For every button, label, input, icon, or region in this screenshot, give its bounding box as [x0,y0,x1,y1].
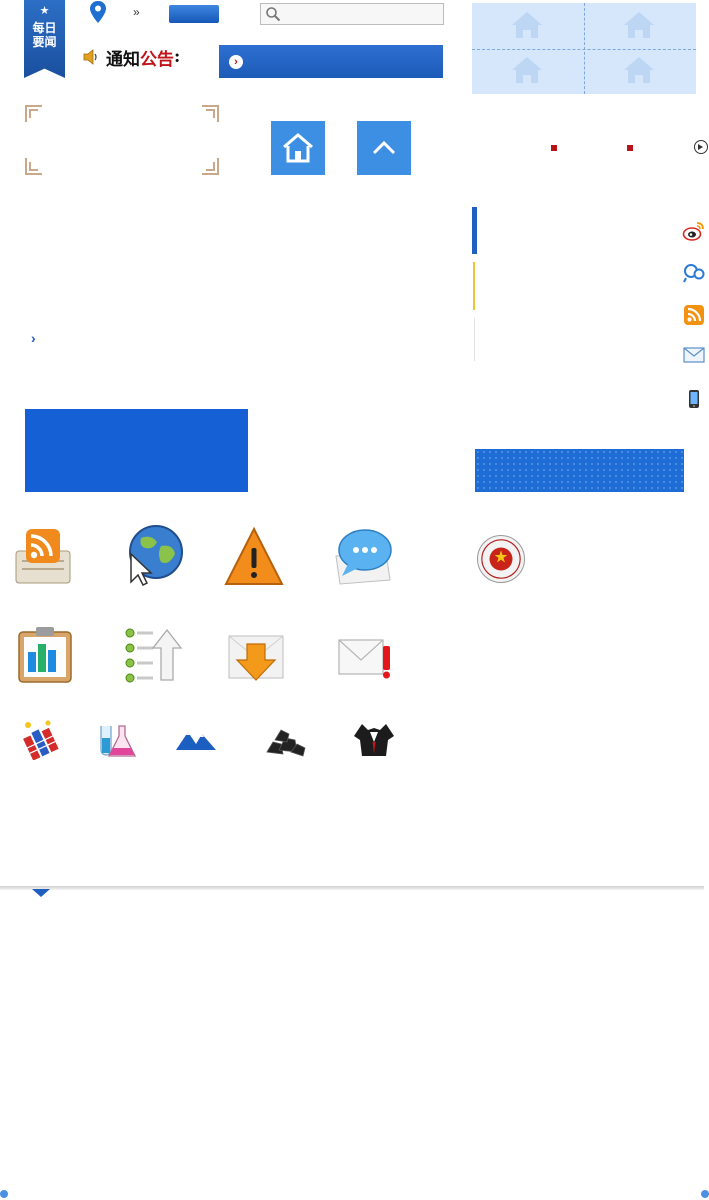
home-tile-button[interactable] [271,121,325,175]
breadcrumb-separator: » [133,5,140,19]
speaker-icon [83,49,97,65]
notice-label-part1: 通知 [106,49,140,70]
play-pause-icon[interactable] [694,140,708,154]
section-divider [0,886,704,890]
star-icon: ★ [39,5,50,17]
weibo-icon[interactable] [682,219,706,243]
dotted-blue-banner[interactable] [475,449,684,492]
quick-links-grid [472,3,696,94]
house-icon[interactable] [510,55,544,85]
tab-indicator-gray [474,318,475,361]
clipboard-chart-icon[interactable] [14,622,76,684]
download-tray-icon[interactable] [225,626,287,688]
search-input[interactable] [260,3,444,25]
rss-icon[interactable] [682,303,706,327]
blue-banner-block[interactable] [25,409,248,492]
qq-icon[interactable] [682,260,706,284]
fireworks-icon[interactable] [18,720,62,760]
page-dot[interactable] [0,1190,8,1198]
ornamental-frame [25,105,219,175]
caret-down-icon [32,889,50,897]
arrow-right-icon[interactable]: › [229,55,243,69]
house-icon[interactable] [622,10,656,40]
back-to-top-button[interactable] [357,121,411,175]
flasks-icon[interactable] [93,720,137,760]
slider-dot[interactable] [551,145,557,151]
slider-dot[interactable] [627,145,633,151]
mail-icon[interactable] [682,343,706,367]
breadcrumb-button[interactable] [169,5,219,23]
warning-icon[interactable] [223,526,285,588]
chat-bubble-icon[interactable] [332,526,394,588]
house-icon[interactable] [510,10,544,40]
daily-news-ribbon[interactable]: ★ 每日 要闻 [24,0,65,78]
rss-feed-icon[interactable] [12,525,74,587]
tab-indicator-blue [472,207,477,254]
home-icon [283,133,313,163]
chevron-up-icon [372,140,396,155]
national-emblem-seal-icon [477,535,525,583]
notice-label: 通知 公告 : [82,45,181,70]
notice-label-colon: : [174,47,181,67]
notice-label-part2: 公告 [140,49,174,70]
location-pin-icon [90,1,106,23]
notice-ticker-bar[interactable]: › [219,45,443,78]
grid-divider-horizontal [472,49,696,50]
checklist-upload-icon[interactable] [123,624,185,686]
coal-icon[interactable] [263,720,307,760]
mail-alert-icon[interactable] [335,628,397,690]
suit-icon[interactable] [352,720,396,760]
search-icon [266,7,281,22]
page-dot[interactable] [701,1190,709,1198]
mobile-icon[interactable] [682,387,706,411]
globe-cursor-icon[interactable] [123,524,185,586]
mountains-icon[interactable] [174,722,218,762]
tab-indicator-yellow [473,262,475,310]
chevron-right-icon[interactable]: › [31,330,36,346]
house-icon[interactable] [622,55,656,85]
ribbon-text-line2: 要闻 [32,35,57,49]
ribbon-text-line1: 每日 [32,21,57,35]
